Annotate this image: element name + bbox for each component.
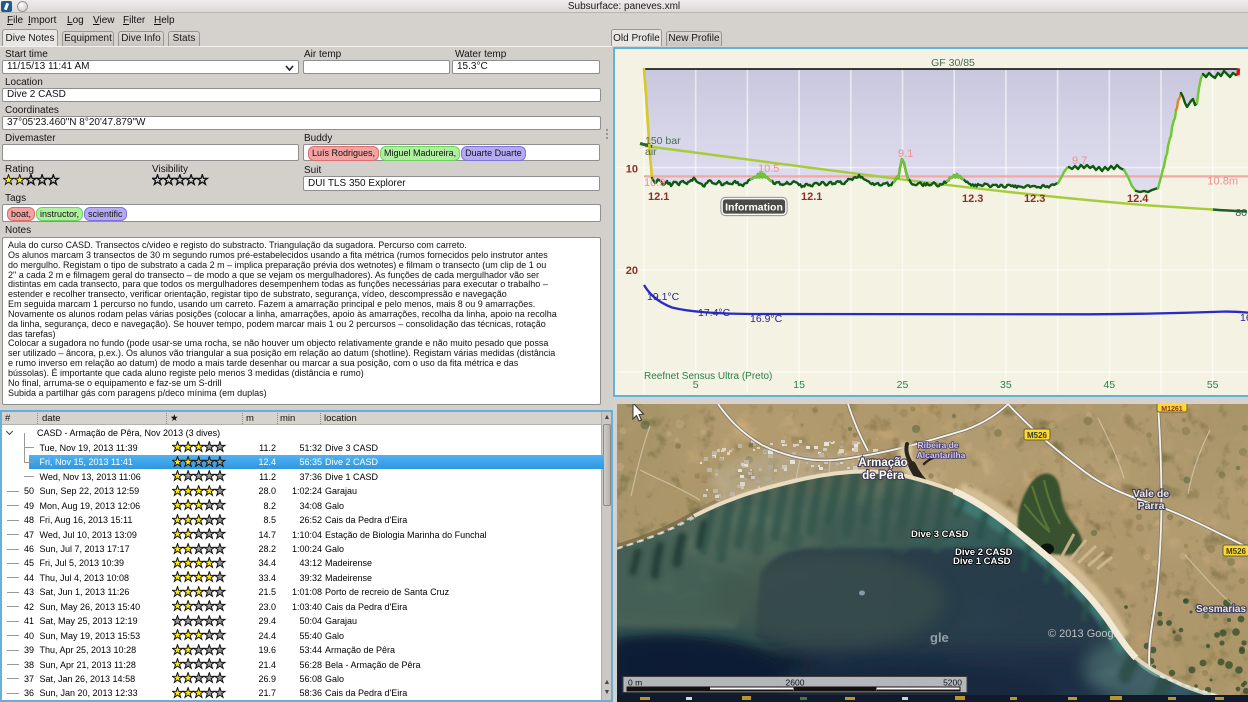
svg-text:Reefnet Sensus Ultra (Preto): Reefnet Sensus Ultra (Preto) bbox=[644, 371, 772, 382]
svg-text:M526: M526 bbox=[1027, 431, 1048, 440]
svg-text:Dive 1 CASD: Dive 1 CASD bbox=[953, 556, 1011, 567]
svg-text:de Pêra: de Pêra bbox=[862, 470, 904, 482]
svg-text:Parra: Parra bbox=[1138, 500, 1165, 512]
svg-text:55: 55 bbox=[1207, 379, 1219, 391]
svg-text:2600: 2600 bbox=[786, 678, 805, 688]
svg-text:12.4: 12.4 bbox=[1127, 193, 1149, 205]
svg-text:12.1: 12.1 bbox=[801, 191, 822, 203]
svg-text:M1261: M1261 bbox=[1161, 406, 1183, 413]
svg-text:0 m: 0 m bbox=[628, 678, 642, 688]
svg-text:12.3: 12.3 bbox=[1024, 193, 1045, 205]
svg-text:16.9°C: 16.9°C bbox=[750, 313, 783, 325]
svg-text:10.9: 10.9 bbox=[644, 177, 665, 189]
svg-text:19.1°C: 19.1°C bbox=[647, 291, 680, 303]
svg-text:Sesmarias: Sesmarias bbox=[1196, 604, 1246, 615]
svg-text:12.1: 12.1 bbox=[648, 191, 669, 203]
svg-text:15: 15 bbox=[793, 379, 805, 391]
svg-text:5200: 5200 bbox=[943, 678, 962, 688]
svg-text:9.7: 9.7 bbox=[1072, 155, 1087, 167]
svg-text:9.1: 9.1 bbox=[898, 148, 913, 160]
svg-text:GF 30/85: GF 30/85 bbox=[931, 57, 975, 69]
svg-text:Alcantarilha: Alcantarilha bbox=[917, 450, 966, 460]
svg-text:16.: 16. bbox=[1240, 312, 1248, 324]
svg-text:M526: M526 bbox=[1226, 547, 1247, 556]
svg-text:Dive 3 CASD: Dive 3 CASD bbox=[911, 529, 969, 540]
svg-text:Information: Information bbox=[725, 202, 783, 214]
svg-text:Armação: Armação bbox=[858, 457, 907, 469]
svg-text:air: air bbox=[645, 146, 657, 158]
svg-text:12.3: 12.3 bbox=[962, 193, 983, 205]
svg-text:80: 80 bbox=[1235, 207, 1247, 219]
svg-text:17.4°C: 17.4°C bbox=[698, 307, 731, 319]
svg-text:20: 20 bbox=[626, 265, 638, 277]
svg-text:Ribeira de: Ribeira de bbox=[917, 440, 958, 450]
svg-text:© 2013 Googl: © 2013 Googl bbox=[1048, 628, 1116, 640]
svg-text:Vale de: Vale de bbox=[1133, 488, 1169, 500]
svg-text:10.8m: 10.8m bbox=[1207, 176, 1238, 188]
svg-text:gle: gle bbox=[930, 630, 949, 645]
svg-text:25: 25 bbox=[897, 379, 909, 391]
svg-text:45: 45 bbox=[1103, 379, 1115, 391]
svg-text:35: 35 bbox=[1000, 379, 1012, 391]
svg-text:10: 10 bbox=[626, 164, 638, 176]
svg-text:10.5: 10.5 bbox=[758, 163, 779, 175]
